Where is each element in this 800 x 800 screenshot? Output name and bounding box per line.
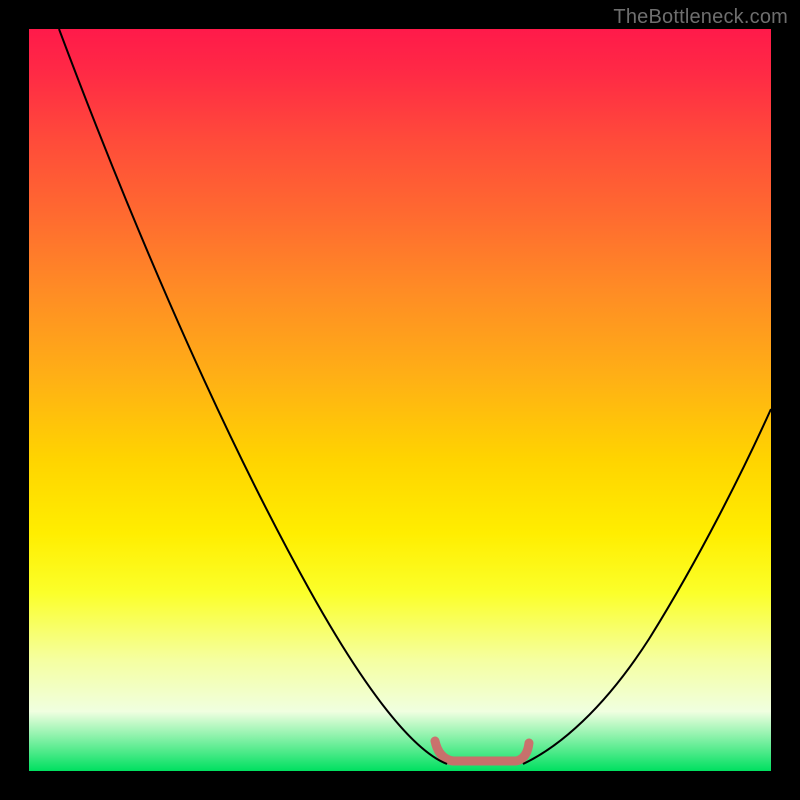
chart-annotation-bottom	[435, 741, 529, 761]
chart-plot-area	[29, 29, 771, 771]
chart-svg	[29, 29, 771, 771]
watermark-text: TheBottleneck.com	[613, 6, 788, 29]
chart-curve-left	[59, 29, 447, 764]
chart-curve-right	[523, 409, 771, 764]
